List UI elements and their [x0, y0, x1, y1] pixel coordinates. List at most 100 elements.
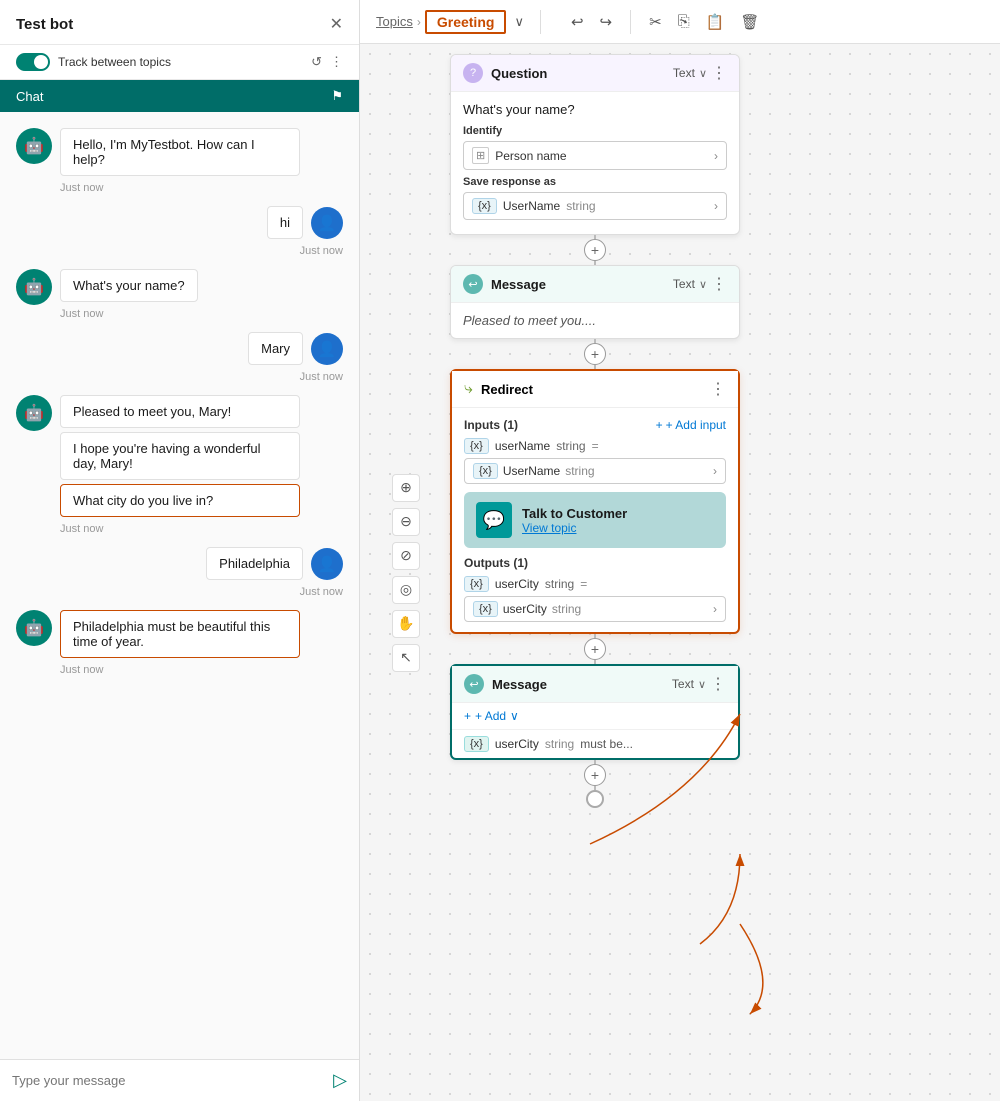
identify-value: Person name: [495, 149, 566, 163]
input-var-eq: =: [592, 439, 599, 453]
redo-button[interactable]: ↪: [594, 9, 619, 35]
close-icon[interactable]: ✕: [330, 14, 343, 34]
chevron-down-icon[interactable]: ∨: [514, 14, 524, 30]
output-value-type: string: [552, 602, 581, 616]
redirect-menu[interactable]: ⋮: [710, 379, 726, 399]
hand-tool-button[interactable]: ✋: [392, 610, 420, 638]
connector-4: +: [450, 760, 740, 790]
message-menu-2[interactable]: ⋮: [710, 674, 726, 694]
add-step-button[interactable]: +: [584, 239, 606, 261]
save-field[interactable]: {x} UserName string ›: [463, 192, 727, 220]
input-value-var: UserName: [503, 464, 560, 478]
add-step-button[interactable]: +: [584, 764, 606, 786]
cursor-tool-button[interactable]: ↖: [392, 644, 420, 672]
question-type: Text: [673, 66, 695, 80]
end-node: [586, 790, 604, 808]
chat-input[interactable]: [12, 1073, 325, 1088]
user-bubble: Mary: [248, 332, 303, 365]
send-button[interactable]: ▷: [333, 1070, 347, 1091]
output-value-field[interactable]: {x} userCity string ›: [464, 596, 726, 622]
add-input-button[interactable]: + + Add input: [656, 418, 726, 432]
input-var-type: string: [556, 439, 585, 453]
redirect-header-left: ⤷ Redirect: [464, 380, 533, 398]
zoom-in-button[interactable]: ⊕: [392, 474, 420, 502]
user-avatar: 👤: [311, 333, 343, 365]
timestamp: Just now: [300, 586, 343, 598]
toolbar-separator: [630, 10, 631, 34]
inputs-label: Inputs (1): [464, 418, 518, 432]
node-header-left: ↩ Message: [463, 274, 546, 294]
zoom-out-button[interactable]: ⊖: [392, 508, 420, 536]
bot-avatar: 🤖: [16, 128, 52, 164]
copy-button[interactable]: ⎘: [672, 9, 696, 34]
connector-line: [594, 365, 596, 369]
field-chevron-icon: ›: [713, 602, 717, 616]
user-avatar: 👤: [311, 548, 343, 580]
input-value-field[interactable]: {x} UserName string ›: [464, 458, 726, 484]
chat-panel: Test bot ✕ Track between topics ↺ ⋮ Chat…: [0, 0, 360, 1101]
node-header-left: ? Question: [463, 63, 547, 83]
message-node-2: ↩ Message Text ∨ ⋮ + + Add ∨ {x}: [450, 664, 740, 760]
pan-target-button[interactable]: ◎: [392, 576, 420, 604]
bot-bubbles: Philadelphia must be beautiful this time…: [60, 610, 300, 676]
question-text: What's your name?: [463, 102, 727, 117]
list-item: Philadelphia 👤 Just now: [16, 547, 343, 598]
breadcrumb-topics[interactable]: Topics: [376, 14, 413, 29]
zoom-reset-button[interactable]: ⊘: [392, 542, 420, 570]
cut-button[interactable]: ✂: [643, 9, 668, 35]
timestamp: Just now: [300, 245, 343, 257]
type-chevron: ∨: [699, 67, 707, 80]
toolbar-actions: ↩ ↪ ✂ ⎘ 📋 🗑: [565, 9, 765, 35]
list-item: hi 👤 Just now: [16, 206, 343, 257]
add-step-button[interactable]: +: [584, 638, 606, 660]
add-row[interactable]: + + Add ∨: [452, 703, 738, 730]
bot-bubble-highlighted: Philadelphia must be beautiful this time…: [60, 610, 300, 658]
user-bubble-row: Mary 👤: [248, 332, 343, 365]
question-node: ? Question Text ∨ ⋮ What's your name? Id…: [450, 54, 740, 235]
connector-line: [594, 261, 596, 265]
timestamp: Just now: [60, 664, 300, 676]
list-item: 🤖 What's your name? Just now: [16, 269, 343, 320]
add-label: + Add: [475, 709, 506, 723]
flow-area: ? Question Text ∨ ⋮ What's your name? Id…: [450, 54, 740, 808]
breadcrumb-separator: ›: [417, 15, 421, 29]
refresh-icon[interactable]: ↺: [311, 54, 322, 70]
connector-2: +: [450, 339, 740, 369]
userCity-type: string: [545, 737, 574, 751]
paste-button[interactable]: 📋: [700, 9, 731, 35]
bot-bubbles: Hello, I'm MyTestbot. How can I help? Ju…: [60, 128, 300, 194]
plus-icon: +: [656, 418, 663, 432]
view-topic-link[interactable]: View topic: [522, 521, 627, 535]
track-toggle[interactable]: [16, 53, 50, 71]
connector-line: [594, 660, 596, 664]
node-header-right: Text ∨ ⋮: [673, 274, 727, 294]
input-var-row: {x} userName string =: [464, 438, 726, 454]
input-value-type: string: [565, 464, 594, 478]
field-chevron-icon: ›: [714, 149, 718, 163]
canvas-content: ⊕ ⊖ ⊘ ◎ ✋ ↖ ? Question Text ∨ ⋮: [360, 44, 1000, 1101]
user-bubble: hi: [267, 206, 303, 239]
userCity-row: {x} userCity string must be...: [452, 730, 738, 758]
save-type: string: [566, 199, 595, 213]
bot-bubble-highlighted: What city do you live in?: [60, 484, 300, 517]
input-var-name: userName: [495, 439, 550, 453]
output-var-name: userCity: [495, 577, 539, 591]
add-step-button[interactable]: +: [584, 343, 606, 365]
node-header-right: Text ∨ ⋮: [673, 63, 727, 83]
field-chevron-icon: ›: [714, 199, 718, 213]
more-icon[interactable]: ⋮: [330, 54, 343, 70]
question-body: What's your name? Identify ⊞ Person name…: [451, 92, 739, 234]
message-menu[interactable]: ⋮: [711, 274, 727, 294]
undo-button[interactable]: ↩: [565, 9, 590, 35]
plus-icon: +: [464, 709, 471, 723]
bot-bubble: I hope you're having a wonderful day, Ma…: [60, 432, 300, 480]
delete-button[interactable]: 🗑: [734, 9, 765, 35]
chat-messages: 🤖 Hello, I'm MyTestbot. How can I help? …: [0, 112, 359, 1059]
output-var-eq: =: [580, 577, 587, 591]
question-menu[interactable]: ⋮: [711, 63, 727, 83]
chat-tab[interactable]: Chat ⚑: [0, 80, 359, 112]
identify-field[interactable]: ⊞ Person name ›: [463, 141, 727, 170]
timestamp: Just now: [60, 308, 198, 320]
timestamp: Just now: [300, 371, 343, 383]
list-item: 🤖 Pleased to meet you, Mary! I hope you'…: [16, 395, 343, 535]
